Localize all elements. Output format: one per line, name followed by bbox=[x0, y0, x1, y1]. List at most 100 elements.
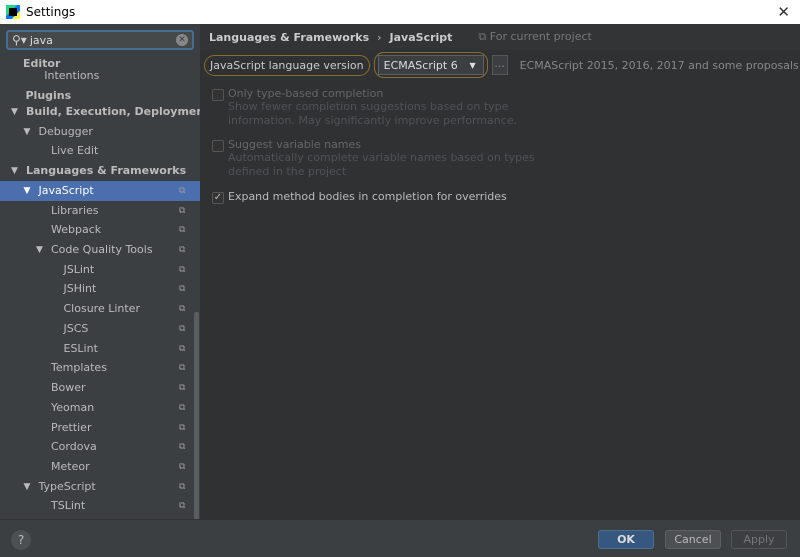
project-scope-icon: ⧉ bbox=[179, 461, 186, 472]
option-description: Automatically complete variable names ba… bbox=[228, 151, 535, 178]
tree-item-label: Build, Execution, Deployment bbox=[26, 105, 200, 118]
tree-item-label: JSCS bbox=[63, 321, 89, 335]
tree-item-label: Languages & Frameworks bbox=[26, 164, 187, 178]
clear-search-icon[interactable]: ✕ bbox=[176, 34, 188, 46]
project-scope-icon: ⧉ bbox=[179, 225, 186, 236]
search-value[interactable]: java bbox=[30, 34, 53, 47]
option-description: Show fewer completion suggestions based … bbox=[228, 100, 518, 127]
tree-item[interactable]: Closure Linter ⧉ bbox=[0, 299, 200, 319]
option-expand-method-bodies[interactable]: ✓ Expand method bodies in completion for… bbox=[212, 190, 507, 204]
cancel-button[interactable]: Cancel bbox=[665, 530, 721, 549]
project-scope-icon: ⧉ bbox=[179, 343, 186, 354]
apply-button[interactable]: Apply bbox=[731, 530, 787, 549]
checkbox[interactable] bbox=[212, 140, 224, 152]
expand-arrow-icon[interactable]: ▼ bbox=[11, 102, 18, 122]
tree-item-label: Templates bbox=[51, 361, 107, 375]
breadcrumb-current: JavaScript bbox=[389, 30, 453, 44]
tree-item-label: Prettier bbox=[51, 420, 92, 434]
tree-item-label: JavaScript bbox=[38, 183, 94, 197]
tree-item[interactable]: Prettier ⧉ bbox=[0, 418, 200, 438]
selected-version[interactable]: ECMAScript 6 bbox=[384, 59, 458, 72]
tree-item[interactable]: Libraries ⧉ bbox=[0, 201, 200, 221]
option-label: Expand method bodies in completion for o… bbox=[228, 190, 507, 203]
project-scope-icon: ⧉ bbox=[179, 363, 186, 374]
tree-item-label: Intentions bbox=[44, 69, 100, 82]
expand-arrow-icon[interactable]: ▼ bbox=[24, 477, 31, 497]
expand-arrow-icon[interactable]: ▼ bbox=[24, 181, 31, 201]
tree-item[interactable]: Webpack ⧉ bbox=[0, 220, 200, 240]
help-button[interactable]: ? bbox=[11, 530, 31, 550]
checkbox[interactable] bbox=[212, 89, 224, 101]
tree-item-label: Libraries bbox=[51, 203, 99, 217]
project-scope-icon: ⧉ bbox=[179, 442, 186, 453]
tree-item-label: Debugger bbox=[38, 124, 93, 138]
dialog-footer: ? OK Cancel Apply bbox=[0, 519, 800, 557]
tree-item[interactable]: ▼ Languages & Frameworks bbox=[0, 161, 200, 181]
project-scope-icon: ⧉ bbox=[179, 481, 186, 492]
project-scope-icon: ⧉ bbox=[179, 501, 186, 512]
app-logo-icon bbox=[6, 5, 20, 19]
expand-arrow-icon[interactable]: ▼ bbox=[11, 161, 18, 181]
tree-item[interactable]: TSLint ⧉ bbox=[0, 496, 200, 516]
tree-item-label: Closure Linter bbox=[63, 302, 140, 316]
project-scope-icon: ⧉ bbox=[179, 323, 186, 334]
tree-item-label: JSHint bbox=[63, 282, 97, 296]
version-description: ECMAScript 2015, 2016, 2017 and some pro… bbox=[519, 58, 799, 72]
tree-item[interactable]: ▼ Build, Execution, Deployment bbox=[0, 102, 200, 122]
breadcrumb-separator: › bbox=[377, 30, 382, 44]
language-version-select[interactable]: ECMAScript 6 ▼ bbox=[373, 52, 488, 78]
window-title: Settings bbox=[26, 5, 76, 19]
tree-item[interactable]: Meteor ⧉ bbox=[0, 457, 200, 477]
tree-item-label: TSLint bbox=[51, 499, 86, 513]
expand-arrow-icon[interactable]: ▼ bbox=[24, 122, 31, 142]
chevron-down-icon[interactable]: ▼ bbox=[469, 61, 475, 70]
option-suggest-variable-names[interactable]: Suggest variable names Automatically com… bbox=[212, 138, 558, 179]
tree-item-label: Bower bbox=[51, 381, 86, 395]
language-version-row: JavaScript language version ECMAScript 6… bbox=[204, 52, 799, 78]
tree-item-label: Meteor bbox=[51, 459, 90, 473]
tree-item[interactable]: JSCS ⧉ bbox=[0, 319, 200, 339]
breadcrumb: Languages & Frameworks › JavaScript ⧉ Fo… bbox=[200, 24, 800, 50]
tree-item-label: Yeoman bbox=[51, 400, 95, 414]
project-scope-icon: ⧉ bbox=[179, 185, 186, 196]
tree-item[interactable]: Intentions bbox=[0, 66, 200, 86]
tree-item[interactable]: Live Edit bbox=[0, 141, 200, 161]
scope-text: For current project bbox=[489, 30, 592, 43]
tree-item-label: Cordova bbox=[51, 440, 97, 454]
tree-item-label: Live Edit bbox=[51, 144, 99, 158]
tree-item[interactable]: ▼ TypeScript ⧉ bbox=[0, 477, 200, 497]
tree-item-label: Code Quality Tools bbox=[51, 243, 153, 257]
tree-item[interactable]: Yeoman ⧉ bbox=[0, 398, 200, 418]
tree-item[interactable]: ▼ Debugger bbox=[0, 122, 200, 142]
copy-icon: ⧉ bbox=[478, 30, 490, 43]
project-scope-icon: ⧉ bbox=[179, 205, 186, 216]
more-button[interactable]: ... bbox=[491, 55, 508, 75]
tree-item[interactable]: JSHint ⧉ bbox=[0, 279, 200, 299]
tree-item-label: ESLint bbox=[63, 341, 98, 355]
expand-arrow-icon[interactable]: ▼ bbox=[36, 240, 43, 260]
breadcrumb-parent[interactable]: Languages & Frameworks bbox=[209, 31, 369, 44]
tree-item[interactable]: Templates ⧉ bbox=[0, 358, 200, 378]
search-input[interactable]: ⚲▾ java ✕ bbox=[6, 30, 194, 50]
tree-item[interactable]: Bower ⧉ bbox=[0, 378, 200, 398]
settings-sidebar: ⚲▾ java ✕ Editor Intentions Plugins ▼ Build,… bbox=[0, 24, 200, 519]
project-scope-icon: ⧉ bbox=[179, 264, 186, 275]
tree-item[interactable]: ▼ JavaScript ⧉ bbox=[0, 180, 200, 201]
search-icon[interactable]: ⚲▾ bbox=[12, 33, 27, 47]
scrollbar[interactable] bbox=[194, 312, 199, 519]
checkbox-checked[interactable]: ✓ bbox=[212, 192, 224, 204]
option-label: Only type-based completion bbox=[228, 87, 384, 100]
project-scope-icon: ⧉ bbox=[179, 402, 186, 413]
close-icon[interactable]: ✕ bbox=[777, 3, 790, 21]
tree-item[interactable]: Cordova ⧉ bbox=[0, 437, 200, 457]
tree-item[interactable]: ▼ Code Quality Tools ⧉ bbox=[0, 240, 200, 260]
tree-item-label: Webpack bbox=[51, 223, 102, 237]
tree-item[interactable]: JSLint ⧉ bbox=[0, 260, 200, 280]
option-type-based-completion[interactable]: Only type-based completion Show fewer co… bbox=[212, 87, 558, 128]
title-bar: Settings ✕ bbox=[0, 0, 800, 24]
tree-item[interactable]: ESLint ⧉ bbox=[0, 339, 200, 359]
ok-button[interactable]: OK bbox=[598, 530, 654, 549]
project-scope-icon: ⧉ bbox=[179, 245, 186, 256]
project-scope-icon: ⧉ bbox=[179, 422, 186, 433]
tree-item-label: JSLint bbox=[63, 262, 95, 276]
